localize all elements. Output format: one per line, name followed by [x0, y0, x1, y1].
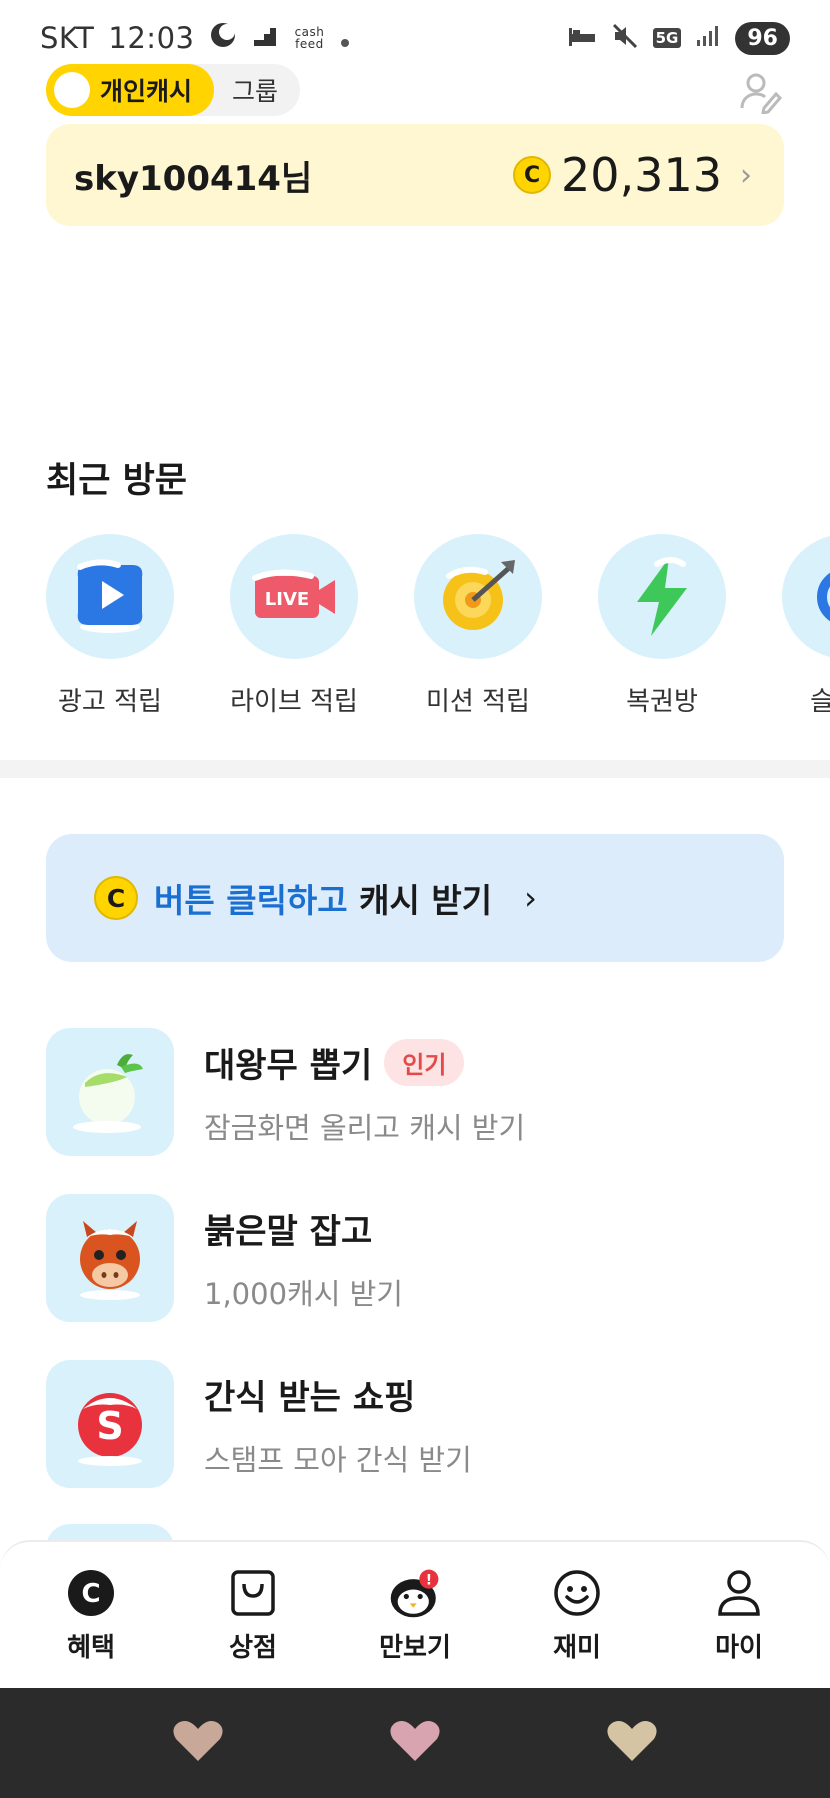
stairs-icon: [252, 21, 278, 55]
live-icon: LIVE: [230, 534, 358, 659]
shop-bag-icon: [227, 1567, 279, 1619]
title-row: 간식 받는 쇼핑: [204, 1370, 472, 1419]
coin-icon: C: [513, 156, 552, 194]
pedometer-penguin-icon: !: [389, 1567, 441, 1619]
banner-rest: 캐시 받기: [347, 881, 493, 920]
target-icon: [414, 534, 542, 659]
nav-label: 혜택: [67, 1632, 115, 1663]
cash-balance: C 20,313 ›: [513, 148, 752, 202]
recent-visits-list[interactable]: 광고 적립 LIVE 라이브 적립 미션 적립 복권방 슬: [46, 534, 830, 718]
recent-label: 라이브 적립: [230, 687, 358, 717]
person-icon: [713, 1567, 765, 1619]
recent-item-lottery[interactable]: 복권방: [598, 534, 726, 718]
status-left: SKT 12:03 cash feed: [40, 20, 350, 57]
shopping-s-icon: S: [46, 1360, 174, 1488]
nav-fun[interactable]: 재미: [507, 1567, 647, 1664]
title-row: 붉은말 잡고: [204, 1204, 403, 1253]
chevron-right-icon: ›: [740, 157, 752, 193]
slide-icon: [782, 534, 830, 659]
list-item-radish[interactable]: 대왕무 뽑기 인기 잠금화면 올리고 캐시 받기: [46, 1028, 784, 1156]
home-heart-icon[interactable]: [387, 1717, 443, 1769]
recent-label: 복권방: [626, 687, 698, 717]
svg-text:LIVE: LIVE: [265, 589, 309, 610]
click-button-cash-banner[interactable]: C 버튼 클릭하고 캐시 받기 ›: [46, 834, 784, 962]
list-item-text: 간식 받는 쇼핑 스탬프 모아 간식 받기: [204, 1370, 472, 1479]
list-item-title: 간식 받는 쇼핑: [204, 1377, 416, 1418]
banner-text: 버튼 클릭하고 캐시 받기: [154, 874, 492, 922]
profile-edit-icon[interactable]: [738, 70, 783, 115]
list-item-subtitle: 스탬프 모아 간식 받기: [204, 1442, 472, 1477]
toggle-personal-label: 개인캐시: [100, 77, 193, 106]
list-item-title: 대왕무 뽑기: [204, 1045, 373, 1086]
nav-label: 재미: [553, 1632, 601, 1663]
nav-shop[interactable]: 상점: [183, 1567, 323, 1664]
cash-type-toggle[interactable]: 개인캐시 그룹: [46, 64, 300, 116]
chevron-right-icon: ›: [524, 879, 537, 917]
nav-benefit[interactable]: C 혜택: [21, 1567, 161, 1664]
battery-indicator: 96: [735, 21, 790, 55]
user-name: sky100414님: [74, 158, 313, 199]
radish-icon: [46, 1028, 174, 1156]
toggle-knob: [54, 72, 90, 108]
recent-label: 광고 적립: [58, 687, 162, 717]
list-item-title: 붉은말 잡고: [204, 1211, 373, 1252]
nav-pedometer[interactable]: ! 만보기: [345, 1567, 485, 1664]
toggle-group[interactable]: 그룹: [232, 72, 278, 108]
list-item-subtitle: 잠금화면 올리고 캐시 받기: [204, 1110, 526, 1145]
sleep-bed-icon: [567, 24, 597, 52]
horse-icon: [46, 1194, 174, 1322]
recent-label: 미션 적립: [426, 687, 530, 717]
recent-label: 슬라이: [810, 687, 830, 717]
recent-item-slide[interactable]: 슬라이: [782, 534, 830, 718]
nav-label: 마이: [715, 1632, 763, 1663]
banner-highlight: 버튼 클릭하고: [154, 881, 348, 920]
bottom-nav: C 혜택 상점 ! 만보기 재미 마이: [0, 1540, 830, 1688]
mute-icon: [611, 22, 639, 54]
status-right: 5G 96: [567, 21, 790, 55]
recent-item-live-earn[interactable]: LIVE 라이브 적립: [230, 534, 358, 718]
nav-label: 만보기: [379, 1632, 451, 1663]
moon-icon: [208, 20, 238, 57]
dot-icon: [340, 21, 350, 55]
list-item-text: 붉은말 잡고 1,000캐시 받기: [204, 1204, 403, 1313]
list-item-text: 대왕무 뽑기 인기 잠금화면 올리고 캐시 받기: [204, 1038, 525, 1147]
popular-badge: 인기: [384, 1038, 465, 1086]
recent-item-mission-earn[interactable]: 미션 적립: [414, 534, 542, 718]
carrier: SKT: [40, 21, 95, 55]
network-5g-icon: 5G: [652, 28, 682, 48]
play-icon: [46, 534, 174, 659]
benefit-icon: C: [65, 1567, 117, 1619]
list-item-subtitle: 1,000캐시 받기: [204, 1276, 403, 1311]
recent-visits-title: 최근 방문: [46, 461, 187, 501]
svg-text:!: !: [426, 1572, 432, 1588]
back-heart-icon[interactable]: [604, 1717, 660, 1769]
svg-text:S: S: [96, 1404, 123, 1448]
signal-icon: [695, 24, 721, 52]
list-item-snack-shopping[interactable]: S 간식 받는 쇼핑 스탬프 모아 간식 받기: [46, 1360, 784, 1488]
toggle-personal-cash[interactable]: 개인캐시: [46, 64, 214, 116]
recent-item-ad-earn[interactable]: 광고 적립: [46, 534, 174, 718]
smile-icon: [551, 1567, 603, 1619]
cashfeed-icon: cash feed: [294, 25, 325, 51]
nav-my[interactable]: 마이: [669, 1567, 809, 1664]
section-divider: [0, 760, 830, 778]
system-nav-bar: [0, 1688, 830, 1798]
recent-apps-heart-icon[interactable]: [170, 1717, 226, 1769]
coin-icon: C: [94, 876, 138, 920]
cash-balance-card[interactable]: sky100414님 C 20,313 ›: [46, 124, 784, 226]
list-item-red-horse[interactable]: 붉은말 잡고 1,000캐시 받기: [46, 1194, 784, 1322]
clock: 12:03: [108, 21, 195, 55]
cash-amount: 20,313: [561, 148, 722, 202]
svg-text:C: C: [81, 1579, 100, 1609]
nav-label: 상점: [229, 1632, 277, 1663]
title-row: 대왕무 뽑기 인기: [204, 1038, 525, 1087]
lightning-icon: [598, 534, 726, 659]
